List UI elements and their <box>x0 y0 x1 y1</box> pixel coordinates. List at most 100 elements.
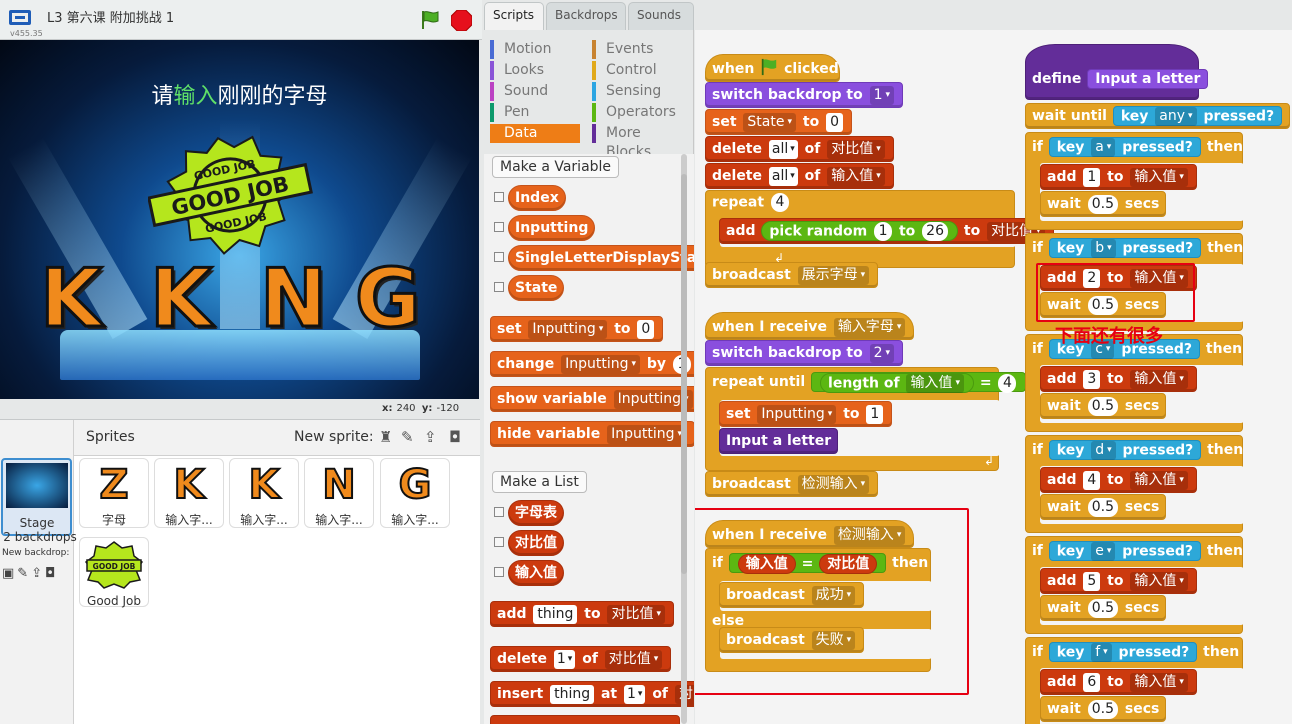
delete-from-list-block[interactable]: delete 1 of 对比值 <box>490 646 672 672</box>
sprite-thumb[interactable]: N 输入字... <box>304 458 374 528</box>
camera-sprite-icon[interactable]: ◘ <box>449 428 461 446</box>
wait-until-block[interactable]: wait until key any pressed? <box>1025 103 1291 129</box>
list-reporter[interactable]: 字母表 <box>508 500 564 526</box>
variable-checkbox[interactable] <box>494 282 504 292</box>
insert-into-list-block[interactable]: insert thing at 1 of 对比 <box>490 681 694 707</box>
add-to-list-block[interactable]: add thing to 对比值 <box>490 601 674 627</box>
list-reporter[interactable]: 对比值 <box>508 530 564 556</box>
category-control[interactable]: Control <box>592 61 657 80</box>
replace-list-item-block[interactable] <box>490 715 680 724</box>
when-i-receive-hat[interactable]: when I receive 输入字母 <box>705 312 915 340</box>
wait-block[interactable]: wait 0.5 secs <box>1040 696 1167 722</box>
palette-scrollbar[interactable] <box>681 154 687 724</box>
stage-size-icon[interactable] <box>9 10 31 25</box>
if-key-pressed-block[interactable]: if key f pressed? thenadd 6 to 输入值wait 0… <box>1025 637 1244 724</box>
choose-sprite-icon[interactable]: ♜ <box>379 428 392 446</box>
if-key-pressed-block[interactable]: if key d pressed? thenadd 4 to 输入值wait 0… <box>1025 435 1244 533</box>
make-list-button[interactable]: Make a List <box>492 471 587 493</box>
category-sensing[interactable]: Sensing <box>592 82 661 101</box>
variable-reporter[interactable]: SingleLetterDisplayStat <box>508 245 694 271</box>
list-reporter[interactable]: 输入值 <box>508 560 564 586</box>
stage-canvas[interactable]: 请输入刚刚的字母 GOOD JOB GOOD JOB GOOD JOB K K … <box>0 40 479 399</box>
switch-backdrop-block[interactable]: switch backdrop to 1 <box>705 82 904 108</box>
letter-sprite-2[interactable]: K <box>149 251 214 347</box>
category-sound[interactable]: Sound <box>490 82 548 101</box>
broadcast-block[interactable]: broadcast 展示字母 <box>705 262 879 288</box>
stage-header: L3 第六课 附加挑战 1 v455.35 <box>0 0 482 40</box>
category-data[interactable]: Data <box>490 124 580 143</box>
category-motion[interactable]: Motion <box>490 40 551 59</box>
paint-backdrop-icon[interactable]: ▣ <box>2 566 17 581</box>
switch-backdrop-block[interactable]: switch backdrop to 2 <box>705 340 904 366</box>
category-looks[interactable]: Looks <box>490 61 544 80</box>
change-variable-block[interactable]: change Inputting by 1 <box>490 351 694 377</box>
broadcast-block[interactable]: broadcast 检测输入 <box>705 471 879 497</box>
sprite-thumb[interactable]: Z 字母 <box>79 458 149 528</box>
add-to-list-block[interactable]: add pick random 1 to 26 to 对比值 <box>719 218 1054 244</box>
brush-icon[interactable]: ✎ <box>17 566 31 581</box>
wait-block[interactable]: wait 0.5 secs <box>1040 393 1167 419</box>
upload-icon[interactable]: ⇪ <box>31 566 45 581</box>
add-to-list-block[interactable]: add 4 to 输入值 <box>1040 467 1197 493</box>
variable-checkbox[interactable] <box>494 222 504 232</box>
stop-icon[interactable] <box>451 10 472 31</box>
list-checkbox[interactable] <box>494 567 504 577</box>
variable-reporter[interactable]: State <box>508 275 565 301</box>
letter-sprite-4[interactable]: G <box>354 251 423 347</box>
if-key-pressed-block[interactable]: if key e pressed? thenadd 5 to 输入值wait 0… <box>1025 536 1244 634</box>
variable-reporter[interactable]: Index <box>508 185 566 211</box>
category-operators[interactable]: Operators <box>592 103 676 122</box>
paint-sprite-icon[interactable]: ✎ <box>401 428 414 446</box>
delete-list-block[interactable]: delete all of 对比值 <box>705 136 894 162</box>
category-pen[interactable]: Pen <box>490 103 529 122</box>
tab-scripts[interactable]: Scripts <box>484 2 544 30</box>
hide-variable-block[interactable]: hide variable Inputting <box>490 421 694 447</box>
letter-sprite-3[interactable]: N <box>259 251 329 347</box>
list-checkbox[interactable] <box>494 537 504 547</box>
sprite-thumb[interactable]: K 输入字... <box>154 458 224 528</box>
tab-sounds[interactable]: Sounds <box>628 2 694 30</box>
editor-tabs: Scripts Backdrops Sounds <box>484 0 695 30</box>
palette-blocks: Make a Variable Index Inputting SingleLe… <box>484 154 694 724</box>
add-to-list-block[interactable]: add 5 to 输入值 <box>1040 568 1197 594</box>
set-variable-block[interactable]: set State to 0 <box>705 109 852 135</box>
set-variable-block[interactable]: set Inputting to 1 <box>719 401 893 427</box>
delete-list-block[interactable]: delete all of 输入值 <box>705 163 894 189</box>
show-variable-block[interactable]: show variable Inputting <box>490 386 694 412</box>
sprite-name: Good Job <box>87 594 141 608</box>
if-key-pressed-block[interactable]: if key a pressed? thenadd 1 to 输入值wait 0… <box>1025 132 1244 230</box>
variable-checkbox[interactable] <box>494 252 504 262</box>
sprites-pane: Stage 2 backdrops New backdrop: ▣✎⇪◘ Spr… <box>0 419 480 724</box>
tab-backdrops[interactable]: Backdrops <box>546 2 626 30</box>
define-block-hat[interactable]: define Input a letter <box>1025 44 1209 100</box>
variable-checkbox[interactable] <box>494 192 504 202</box>
category-more-blocks[interactable]: More Blocks <box>592 124 690 160</box>
upload-sprite-icon[interactable]: ⇪ <box>424 428 437 446</box>
list-checkbox[interactable] <box>494 507 504 517</box>
custom-block-call[interactable]: Input a letter <box>719 428 839 454</box>
wait-block[interactable]: wait 0.5 secs <box>1040 494 1167 520</box>
category-events[interactable]: Events <box>592 40 653 59</box>
add-to-list-block[interactable]: add 6 to 输入值 <box>1040 669 1197 695</box>
set-variable-block[interactable]: set Inputting to 0 <box>490 316 664 342</box>
make-variable-button[interactable]: Make a Variable <box>492 156 620 178</box>
project-title[interactable]: L3 第六课 附加挑战 1 <box>47 7 174 26</box>
sprite-thumb[interactable]: K 输入字... <box>229 458 299 528</box>
green-flag-icon[interactable] <box>420 10 440 30</box>
green-flag-icon <box>762 58 777 76</box>
sprite-name: 输入字... <box>240 513 288 527</box>
sprite-thumb-goodjob[interactable]: GOOD JOB Good Job <box>79 537 149 608</box>
good-job-badge[interactable]: GOOD JOB GOOD JOB GOOD JOB <box>148 135 313 255</box>
wait-block[interactable]: wait 0.5 secs <box>1040 595 1167 621</box>
wait-block[interactable]: wait 0.5 secs <box>1040 191 1167 217</box>
stage-thumbnail[interactable]: Stage 2 backdrops <box>1 458 77 544</box>
add-to-list-block[interactable]: add 1 to 输入值 <box>1040 164 1197 190</box>
add-to-list-block[interactable]: add 3 to 输入值 <box>1040 366 1197 392</box>
when-flag-clicked-hat[interactable]: when clicked <box>705 54 840 82</box>
if-key-pressed-block[interactable]: if key c pressed? thenadd 3 to 输入值wait 0… <box>1025 334 1244 432</box>
letter-sprite-1[interactable]: K <box>39 251 104 347</box>
camera-icon[interactable]: ◘ <box>45 566 58 581</box>
sprite-thumb[interactable]: G 输入字... <box>380 458 450 528</box>
variable-reporter[interactable]: Inputting <box>508 215 596 241</box>
sprite-name: 输入字... <box>391 513 439 527</box>
